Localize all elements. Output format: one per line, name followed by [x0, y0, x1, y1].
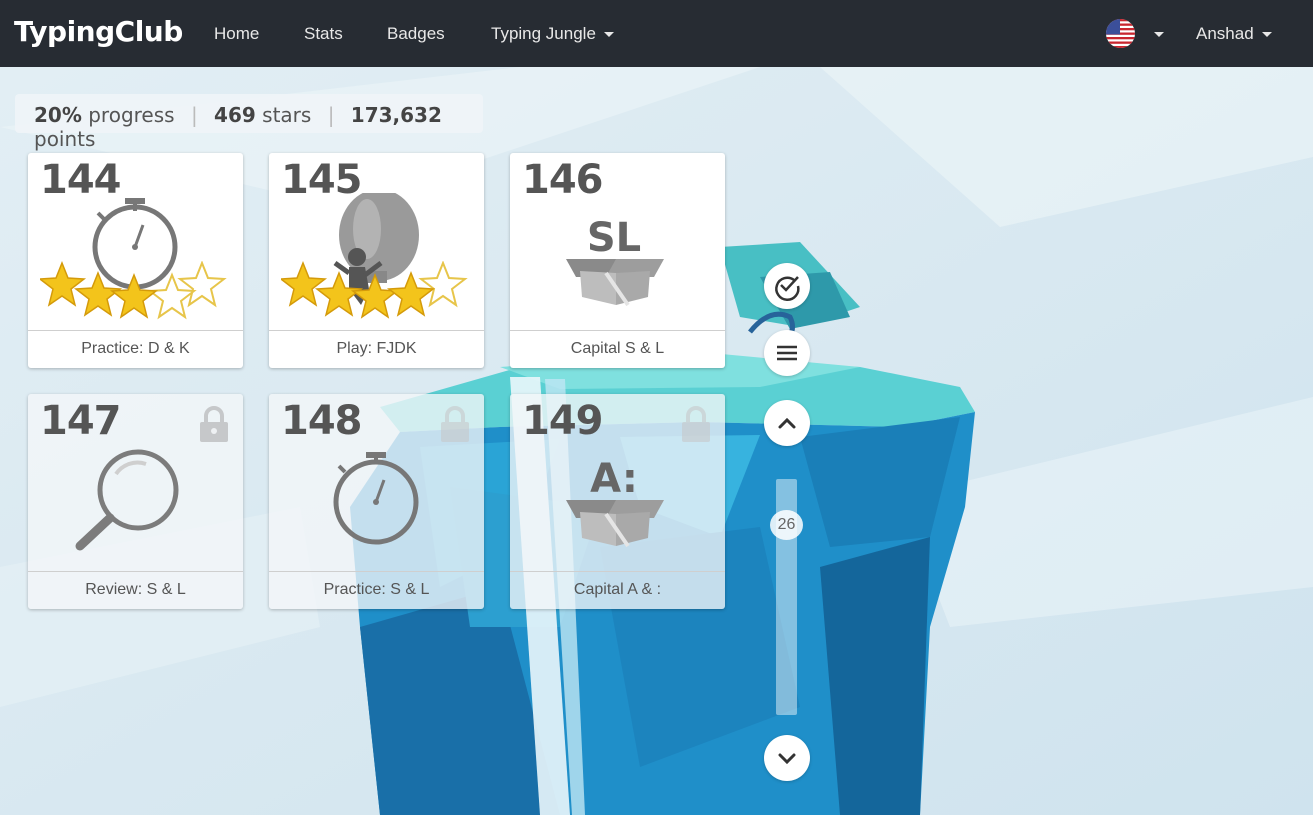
- scroll-up-button[interactable]: [764, 400, 810, 446]
- check-circle-icon: [775, 276, 800, 301]
- stars-count: 469: [214, 103, 256, 127]
- nav-home-link[interactable]: Home: [214, 24, 259, 44]
- nav-badges-link[interactable]: Badges: [387, 24, 445, 44]
- chevron-down-icon: [603, 32, 614, 38]
- progress-summary: 20% progress | 469 stars | 173,632 point…: [15, 94, 483, 151]
- chevron-down-icon: [1261, 32, 1272, 38]
- scroll-down-button[interactable]: [764, 735, 810, 781]
- letter-box-icon: SL: [510, 193, 725, 328]
- nav-stats-link[interactable]: Stats: [304, 24, 343, 44]
- lesson-title: Capital A & :: [510, 571, 725, 609]
- star-rating: [39, 261, 240, 330]
- lesson-card-144[interactable]: 144 Practice: D & K: [28, 153, 243, 368]
- nav-course-dropdown[interactable]: Typing Jungle: [491, 24, 614, 44]
- lesson-card-148[interactable]: 148 Practice: S & L: [269, 394, 484, 609]
- language-chevron-icon[interactable]: [1154, 32, 1164, 37]
- course-label: Typing Jungle: [491, 24, 596, 43]
- lesson-scroll-thumb[interactable]: 26: [770, 510, 803, 540]
- lesson-title: Practice: D & K: [28, 330, 243, 368]
- chevron-down-icon: [778, 753, 796, 765]
- lesson-card-146[interactable]: 146 SL Capital S & L: [510, 153, 725, 368]
- progress-percent: 20%: [34, 103, 82, 127]
- points-label: points: [34, 127, 96, 151]
- magnifier-icon: [28, 434, 243, 569]
- lesson-title: Practice: S & L: [269, 571, 484, 609]
- lesson-title: Review: S & L: [28, 571, 243, 609]
- lesson-title: Play: FJDK: [269, 330, 484, 368]
- points-count: 173,632: [350, 103, 442, 127]
- lesson-card-145[interactable]: 145 Play: FJDK: [269, 153, 484, 368]
- menu-button[interactable]: [764, 330, 810, 376]
- top-navbar: TypingClub Home Stats Badges Typing Jung…: [0, 0, 1313, 67]
- lesson-title: Capital S & L: [510, 330, 725, 368]
- hamburger-icon: [777, 345, 797, 361]
- stars-label: stars: [262, 103, 312, 127]
- star-rating: [280, 261, 481, 330]
- us-flag-icon[interactable]: [1106, 19, 1135, 48]
- lesson-card-149[interactable]: 149 A: Capital A & :: [510, 394, 725, 609]
- stopwatch-icon: [269, 434, 484, 569]
- typingclub-logo[interactable]: TypingClub: [14, 15, 183, 48]
- chevron-up-icon: [778, 417, 796, 429]
- jump-to-current-button[interactable]: [764, 263, 810, 309]
- lesson-card-147[interactable]: 147 Review: S & L: [28, 394, 243, 609]
- user-menu-dropdown[interactable]: Anshad: [1196, 24, 1272, 44]
- user-name: Anshad: [1196, 24, 1254, 43]
- progress-label: progress: [88, 103, 175, 127]
- letter-box-icon: A:: [510, 434, 725, 569]
- divider: |: [327, 103, 335, 127]
- divider: |: [190, 103, 198, 127]
- box-letters: A:: [590, 456, 638, 502]
- box-letters: SL: [587, 215, 641, 261]
